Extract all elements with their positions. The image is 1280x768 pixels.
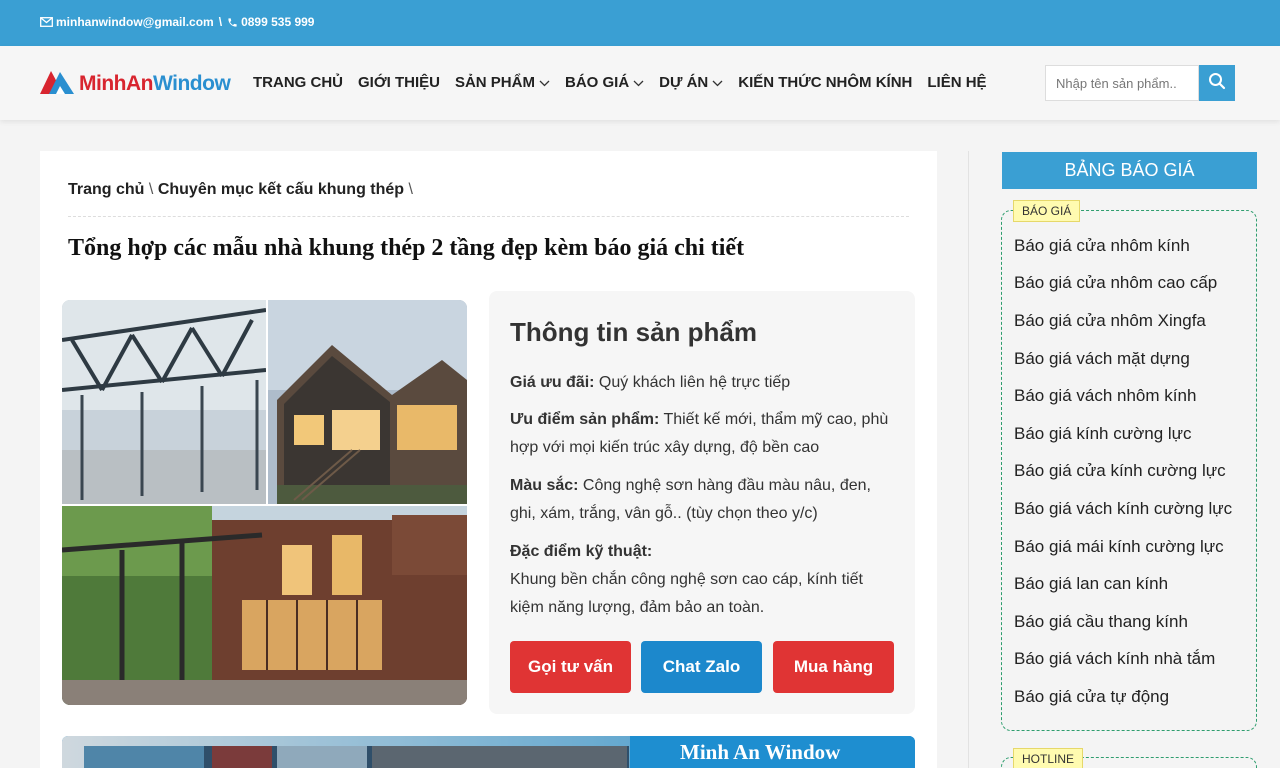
search-input[interactable] — [1045, 65, 1199, 101]
sidebar-link[interactable]: Báo giá mái kính cường lực — [1014, 537, 1224, 557]
advantages-info: Ưu điểm sản phẩm: Thiết kế mới, thẩm mỹ … — [510, 411, 889, 456]
search-button[interactable] — [1199, 65, 1235, 101]
sidebar-link[interactable]: Báo giá cửa nhôm kính — [1014, 236, 1190, 256]
sidebar-link[interactable]: Báo giá vách mặt dựng — [1014, 349, 1190, 369]
product-info-panel: Thông tin sản phẩm Giá ưu đãi: Quý khách… — [489, 291, 915, 714]
site-header: MinhAnWindow TRANG CHỦ GIỚI THIỆU SẢN PH… — [0, 46, 1280, 120]
chevron-down-icon — [712, 74, 723, 91]
color-info: Màu sắc: Công nghệ sơn hàng đầu màu nâu,… — [510, 477, 871, 522]
call-consult-button[interactable]: Gọi tư vấn — [510, 641, 631, 693]
sidebar-link[interactable]: Báo giá cầu thang kính — [1014, 612, 1188, 632]
email-icon — [40, 17, 53, 27]
top-bar: minhanwindow@gmail.com \ 0899 535 999 — [0, 0, 1280, 46]
contact-info: minhanwindow@gmail.com \ 0899 535 999 — [40, 15, 314, 29]
nav-item-projects[interactable]: DỰ ÁN — [659, 74, 723, 91]
nav-item-home[interactable]: TRANG CHỦ — [253, 74, 343, 91]
contact-separator: \ — [218, 15, 223, 29]
logo-mark-icon — [40, 68, 76, 99]
breadcrumb: Trang chủ \ Chuyên mục kết cấu khung thé… — [68, 181, 413, 198]
chevron-down-icon — [539, 74, 550, 91]
promo-banner[interactable]: Minh An Window — [62, 736, 915, 768]
sidebar-tag: BÁO GIÁ — [1013, 200, 1081, 222]
sidebar-link[interactable]: Báo giá cửa kính cường lực — [1014, 461, 1226, 481]
sidebar-link[interactable]: Báo giá kính cường lực — [1014, 424, 1192, 444]
sidebar-link[interactable]: Báo giá vách nhôm kính — [1014, 386, 1196, 406]
breadcrumb-divider — [68, 216, 909, 217]
main-nav: TRANG CHỦ GIỚI THIỆU SẢN PHẨM BÁO GIÁ DỰ… — [253, 74, 987, 91]
nav-item-about[interactable]: GIỚI THIỆU — [358, 74, 440, 91]
breadcrumb-category[interactable]: Chuyên mục kết cấu khung thép — [158, 181, 404, 198]
phone-text[interactable]: 0899 535 999 — [241, 15, 314, 29]
chat-zalo-button[interactable]: Chat Zalo — [641, 641, 762, 693]
sidebar-divider — [968, 151, 969, 768]
phone-icon — [227, 17, 238, 28]
search-icon — [1208, 72, 1226, 95]
nav-item-knowledge[interactable]: KIẾN THỨC NHÔM KÍNH — [738, 74, 912, 91]
main-content: Trang chủ \ Chuyên mục kết cấu khung thé… — [40, 151, 937, 768]
sidebar-heading: BẢNG BÁO GIÁ — [1002, 152, 1257, 189]
site-logo[interactable]: MinhAnWindow — [40, 68, 231, 99]
buy-button[interactable]: Mua hàng — [773, 641, 894, 693]
sidebar-link[interactable]: Báo giá vách kính cường lực — [1014, 499, 1232, 519]
sidebar-link[interactable]: Báo giá cửa nhôm cao cấp — [1014, 273, 1217, 293]
chevron-down-icon — [633, 74, 644, 91]
sidebar-link[interactable]: Báo giá vách kính nhà tắm — [1014, 649, 1215, 669]
page-title: Tổng hợp các mẫu nhà khung thép 2 tầng đ… — [68, 235, 745, 261]
technical-info: Đặc điểm kỹ thuật: Khung bền chắn công ng… — [510, 543, 863, 616]
banner-title: Minh An Window — [680, 740, 841, 764]
product-info-title: Thông tin sản phẩm — [510, 317, 757, 347]
logo-text: MinhAnWindow — [79, 71, 231, 95]
nav-item-pricing[interactable]: BÁO GIÁ — [565, 74, 644, 91]
breadcrumb-home[interactable]: Trang chủ — [68, 181, 144, 198]
nav-item-contact[interactable]: LIÊN HỆ — [927, 74, 986, 91]
sidebar-link[interactable]: Báo giá cửa tự động — [1014, 687, 1169, 707]
search-form — [1045, 65, 1235, 101]
product-image[interactable] — [62, 300, 467, 705]
sidebar-link[interactable]: Báo giá lan can kính — [1014, 574, 1168, 594]
sidebar-link[interactable]: Báo giá cửa nhôm Xingfa — [1014, 311, 1206, 331]
email-text[interactable]: minhanwindow@gmail.com — [56, 15, 214, 29]
sidebar-hotline-tag: HOTLINE — [1013, 748, 1084, 768]
price-info: Giá ưu đãi: Quý khách liên hệ trực tiếp — [510, 374, 791, 391]
nav-item-products[interactable]: SẢN PHẨM — [455, 74, 550, 91]
